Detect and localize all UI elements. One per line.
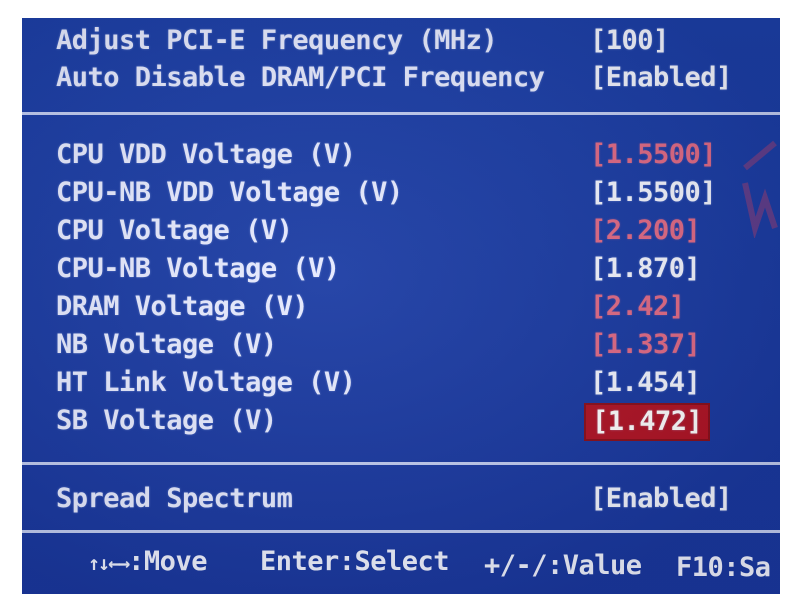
setting-value[interactable]: [Enabled] — [590, 483, 732, 514]
help-enter-select: Enter:Select — [260, 546, 450, 577]
setting-value[interactable]: [1.337] — [590, 329, 701, 360]
setting-value[interactable]: [100] — [590, 25, 669, 56]
help-value: +/-/:Value — [484, 550, 642, 581]
setting-value[interactable]: [Enabled] — [590, 62, 732, 93]
setting-sb-voltage[interactable]: SB Voltage (V) [1.472] — [22, 402, 780, 441]
setting-value[interactable]: [1.5500] — [590, 177, 717, 208]
setting-pcie-frequency[interactable]: Adjust PCI-E Frequency (MHz) [100] — [22, 22, 780, 58]
setting-label: NB Voltage (V) — [56, 328, 277, 360]
setting-label: SB Voltage (V) — [56, 404, 277, 436]
setting-value[interactable]: [2.200] — [590, 215, 701, 246]
arrow-keys-icon: ↑↓←→ — [88, 551, 130, 575]
setting-label: CPU VDD Voltage (V) — [56, 138, 356, 170]
bios-screen: Adjust PCI-E Frequency (MHz) [100] Auto … — [22, 18, 780, 594]
setting-value[interactable]: [2.42] — [590, 291, 685, 322]
help-move: ↑↓←→:Move — [88, 546, 207, 577]
setting-value[interactable]: [1.5500] — [590, 139, 717, 170]
setting-cpu-voltage[interactable]: CPU Voltage (V) [2.200] — [22, 212, 780, 248]
setting-label: DRAM Voltage (V) — [56, 290, 309, 322]
setting-cpu-nb-voltage[interactable]: CPU-NB Voltage (V) [1.870] — [22, 250, 780, 286]
setting-value-selected[interactable]: [1.472] — [584, 403, 711, 441]
setting-label: CPU-NB Voltage (V) — [56, 252, 340, 284]
section-divider — [22, 462, 780, 465]
setting-cpu-nb-vdd-voltage[interactable]: CPU-NB VDD Voltage (V) [1.5500] — [22, 174, 780, 210]
setting-label: CPU-NB VDD Voltage (V) — [56, 176, 403, 208]
setting-nb-voltage[interactable]: NB Voltage (V) [1.337] — [22, 326, 780, 362]
setting-cpu-vdd-voltage[interactable]: CPU VDD Voltage (V) [1.5500] — [22, 136, 780, 172]
setting-auto-disable-dram-pci[interactable]: Auto Disable DRAM/PCI Frequency [Enabled… — [22, 59, 780, 95]
setting-ht-link-voltage[interactable]: HT Link Voltage (V) [1.454] — [22, 364, 780, 400]
section-divider — [22, 112, 780, 115]
setting-value[interactable]: [1.870] — [590, 253, 701, 284]
setting-dram-voltage[interactable]: DRAM Voltage (V) [2.42] — [22, 288, 780, 324]
setting-label: Adjust PCI-E Frequency (MHz) — [56, 24, 498, 56]
help-divider — [22, 530, 780, 533]
help-save: F10:Sa — [676, 552, 771, 583]
help-move-label: :Move — [128, 546, 207, 577]
setting-label: Spread Spectrum — [56, 482, 293, 514]
setting-label: HT Link Voltage (V) — [56, 366, 356, 398]
setting-label: Auto Disable DRAM/PCI Frequency — [56, 61, 545, 93]
setting-label: CPU Voltage (V) — [56, 214, 293, 246]
setting-spread-spectrum[interactable]: Spread Spectrum [Enabled] — [22, 480, 780, 516]
setting-value[interactable]: [1.454] — [590, 367, 701, 398]
